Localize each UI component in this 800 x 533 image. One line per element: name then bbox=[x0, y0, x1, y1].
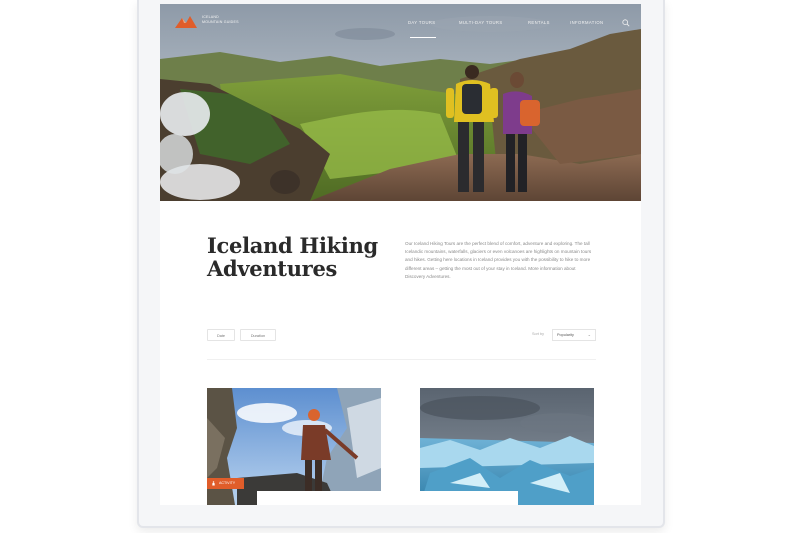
nav-item-multi-day-tours[interactable]: MULTI-DAY TOURS bbox=[459, 20, 503, 25]
nav-item-day-tours[interactable]: DAY TOURS bbox=[408, 20, 436, 25]
badge-label: ACTIVITY bbox=[219, 481, 236, 485]
intro-description: Our Iceland Hiking Tours are the perfect… bbox=[405, 241, 592, 279]
nav-active-indicator bbox=[410, 37, 436, 38]
page-title: Iceland Hiking Adventures bbox=[207, 233, 378, 281]
logo-wordmark: ICELAND MOUNTAIN GUIDES bbox=[202, 15, 239, 24]
tour-card[interactable] bbox=[420, 388, 594, 505]
mountain-logo-icon bbox=[175, 16, 197, 28]
top-navigation: ICELAND MOUNTAIN GUIDES DAY TOURS MULTI-… bbox=[160, 4, 641, 40]
card-category-badge: ACTIVITY bbox=[207, 478, 244, 489]
hiker-icon bbox=[212, 481, 215, 486]
tour-card[interactable]: ACTIVITY bbox=[207, 388, 381, 505]
nav-item-rentals[interactable]: RENTALS bbox=[528, 20, 550, 25]
sort-value: Popularity bbox=[557, 333, 574, 337]
filter-duration-button[interactable]: Duration bbox=[240, 329, 276, 341]
filter-date-button[interactable]: Date bbox=[207, 329, 235, 341]
screenshot-stage: ICELAND MOUNTAIN GUIDES DAY TOURS MULTI-… bbox=[0, 0, 800, 533]
card-caption-area bbox=[257, 491, 381, 505]
section-divider bbox=[207, 359, 596, 360]
sort-select[interactable]: Popularity ⌄ bbox=[552, 329, 596, 341]
tour-card-image bbox=[420, 388, 594, 505]
card-caption-area bbox=[420, 491, 518, 505]
nav-item-information[interactable]: INFORMATION bbox=[570, 20, 603, 25]
search-icon[interactable] bbox=[622, 19, 630, 27]
hero-image: ICELAND MOUNTAIN GUIDES DAY TOURS MULTI-… bbox=[160, 4, 641, 201]
website-page: ICELAND MOUNTAIN GUIDES DAY TOURS MULTI-… bbox=[160, 4, 641, 505]
sort-label: Sort by bbox=[532, 332, 545, 336]
site-logo[interactable]: ICELAND MOUNTAIN GUIDES bbox=[174, 13, 254, 31]
chevron-down-icon: ⌄ bbox=[587, 332, 591, 337]
